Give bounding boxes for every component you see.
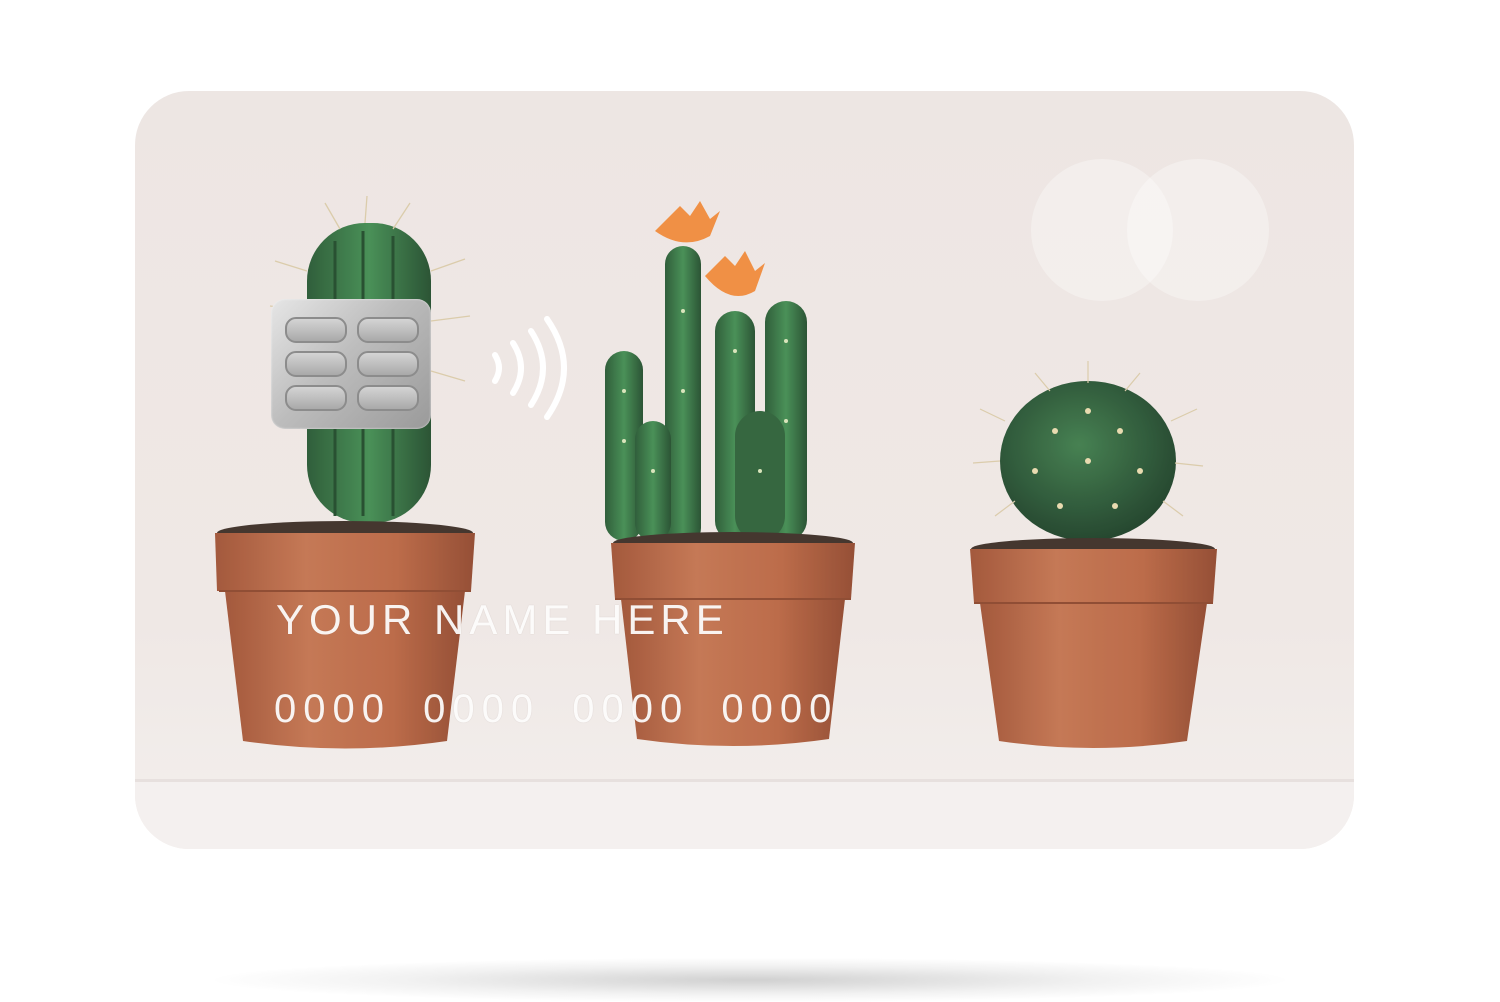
cardholder-name: YOUR NAME HERE bbox=[276, 596, 729, 643]
chip-contact-pad bbox=[285, 351, 347, 377]
chip-contact-pad bbox=[357, 385, 419, 411]
contactless-icon bbox=[492, 316, 567, 420]
emv-chip bbox=[271, 299, 431, 429]
card-number-group: 0000 bbox=[572, 687, 690, 731]
card-floor-shadow bbox=[215, 958, 1285, 1002]
mastercard-logo bbox=[1031, 159, 1269, 301]
chip-contact-pad bbox=[357, 317, 419, 343]
chip-contact-pad bbox=[357, 351, 419, 377]
credit-card: YOUR NAME HERE 0000 0000 0000 0000 bbox=[135, 91, 1354, 849]
chip-contact-pad bbox=[285, 385, 347, 411]
card-number-group: 0000 bbox=[423, 687, 541, 731]
card-number-group: 0000 bbox=[721, 687, 839, 731]
chip-contact-pad bbox=[285, 317, 347, 343]
card-number-group: 0000 bbox=[274, 687, 391, 731]
card-number: 0000 0000 0000 0000 bbox=[274, 687, 852, 732]
